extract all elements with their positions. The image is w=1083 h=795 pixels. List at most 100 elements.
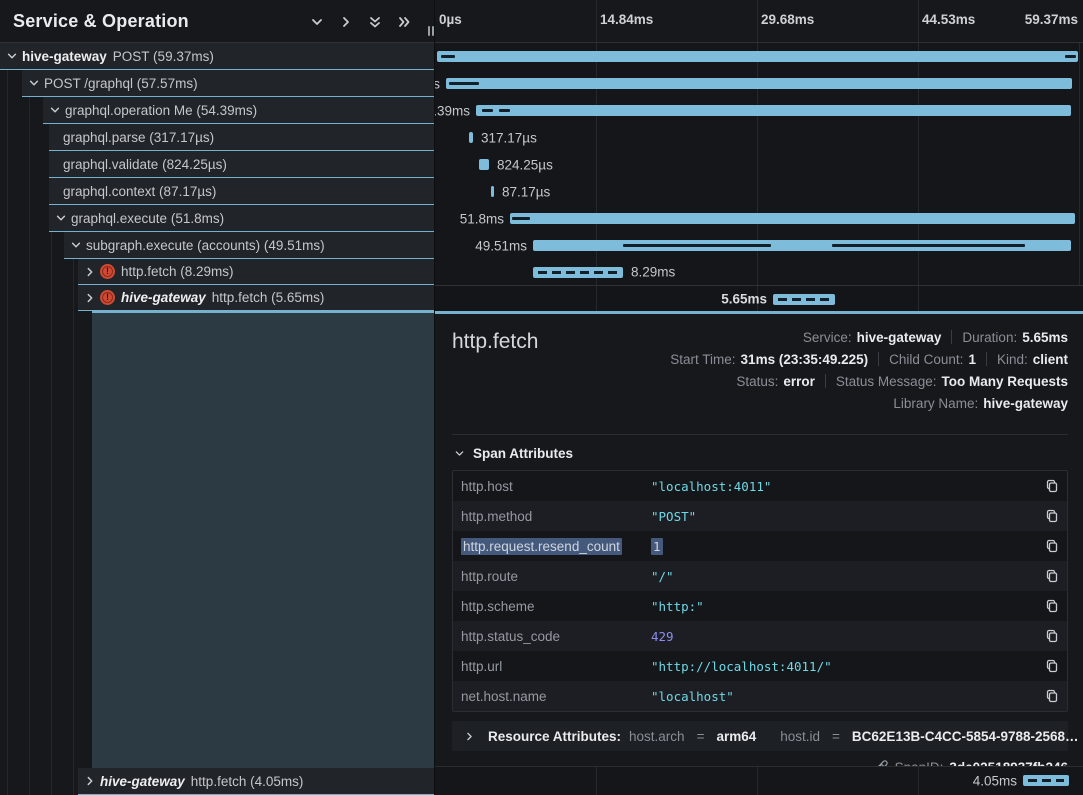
link-icon[interactable]	[875, 759, 889, 766]
copy-icon[interactable]	[1041, 509, 1059, 524]
meta-value: client	[1033, 352, 1068, 367]
span-row-graphql-operation[interactable]: graphql.operation Me (54.39ms)	[0, 97, 434, 124]
copy-icon[interactable]	[1041, 659, 1059, 674]
service-name: hive-gateway	[121, 290, 206, 305]
attribute-value: 429	[651, 629, 1041, 644]
chevron-down-icon	[452, 447, 467, 461]
selected-span-expanded-area	[92, 311, 434, 768]
duration-label: 4.05ms	[973, 774, 1017, 789]
span-id-row: SpanID: 3de02518937fb246	[452, 759, 1068, 766]
chevrons-right-icon[interactable]	[396, 14, 412, 30]
span-bar[interactable]	[437, 51, 1078, 62]
attribute-key: net.host.name	[461, 689, 651, 704]
attribute-value: "localhost"	[651, 689, 1041, 704]
panel-resize-handle[interactable]	[428, 26, 434, 36]
span-bar[interactable]	[510, 213, 1075, 224]
error-icon: !	[100, 290, 115, 305]
span-bar[interactable]	[479, 159, 489, 170]
span-bar[interactable]	[469, 132, 473, 143]
chevron-right-icon[interactable]	[82, 291, 97, 305]
attribute-key: http.request.resend_count	[461, 539, 651, 554]
timeline-ruler: 0µs 14.84ms 29.68ms 44.53ms 59.37ms	[435, 0, 1083, 43]
resource-value: BC62E13B-C4CC-5854-9788-2568…	[852, 729, 1079, 744]
attribute-row: http.route "/"	[453, 561, 1067, 591]
span-row-subgraph-execute[interactable]: subgraph.execute (accounts) (49.51ms)	[0, 232, 434, 259]
timeline-row: 317.17µs	[435, 124, 1083, 151]
duration-label: 5.65ms	[721, 291, 767, 306]
attribute-row: http.request.resend_count 1	[453, 531, 1067, 561]
trace-viewer: Service & Operation hive-gateway POST (5…	[0, 0, 1083, 795]
attribute-key: http.scheme	[461, 599, 651, 614]
span-label: http.fetch (4.05ms)	[191, 774, 304, 789]
span-row-http-fetch-1[interactable]: ! http.fetch (8.29ms)	[0, 259, 434, 285]
attribute-key: http.method	[461, 509, 651, 524]
span-bar[interactable]	[1023, 775, 1069, 786]
span-row-http-fetch-selected[interactable]: ! hive-gateway http.fetch (5.65ms)	[0, 285, 434, 311]
duration-label: 54.39ms	[435, 103, 470, 118]
copy-icon[interactable]	[1041, 569, 1059, 584]
timeline-row-selected: 5.65ms	[435, 285, 1083, 311]
chevron-down-icon[interactable]	[68, 238, 83, 252]
chevron-down-icon[interactable]	[47, 103, 62, 117]
timeline-row: 824.25µs	[435, 151, 1083, 178]
span-label: POST (59.37ms)	[113, 49, 214, 64]
timeline-row: 54.39ms	[435, 97, 1083, 124]
copy-icon[interactable]	[1041, 689, 1059, 704]
attribute-value: "POST"	[651, 509, 1041, 524]
copy-icon[interactable]	[1041, 479, 1059, 494]
span-bar[interactable]	[533, 240, 1071, 251]
span-row-graphql-validate[interactable]: graphql.validate (824.25µs)	[0, 151, 434, 178]
span-tree: hive-gateway POST (59.37ms) POST /graphq…	[0, 43, 434, 795]
span-label: subgraph.execute (accounts) (49.51ms)	[86, 238, 325, 253]
attribute-row: http.url "http://localhost:4011/"	[453, 651, 1067, 681]
span-bar[interactable]	[773, 294, 835, 305]
meta-value: 31ms (23:35:49.225)	[741, 352, 869, 367]
span-bar[interactable]	[491, 186, 494, 197]
chevron-down-icon[interactable]	[53, 211, 68, 225]
chevron-down-icon[interactable]	[309, 14, 325, 30]
attribute-value: "http:"	[651, 599, 1041, 614]
attribute-key: http.status_code	[461, 629, 651, 644]
tick-label: 44.53ms	[922, 12, 975, 27]
resource-key: host.arch	[629, 729, 685, 744]
meta-value: hive-gateway	[983, 396, 1068, 411]
tick-label: 29.68ms	[761, 12, 814, 27]
attribute-row: http.scheme "http:"	[453, 591, 1067, 621]
service-name: hive-gateway	[100, 774, 185, 789]
attribute-value: "http://localhost:4011/"	[651, 659, 1041, 674]
span-attributes-toggle[interactable]: Span Attributes	[452, 446, 1068, 461]
span-row-graphql-execute[interactable]: graphql.execute (51.8ms)	[0, 205, 434, 232]
attribute-key: http.route	[461, 569, 651, 584]
span-label: http.fetch (5.65ms)	[212, 290, 325, 305]
tick-label: 59.37ms	[1025, 12, 1078, 27]
attribute-key: http.host	[461, 479, 651, 494]
span-row-http-fetch-bottom[interactable]: hive-gateway http.fetch (4.05ms)	[0, 768, 434, 795]
chevron-down-icon[interactable]	[4, 49, 19, 63]
span-row-root-post[interactable]: hive-gateway POST (59.37ms)	[0, 43, 434, 70]
attribute-row: http.method "POST"	[453, 501, 1067, 531]
span-bar[interactable]	[476, 105, 1071, 116]
panel-title: Service & Operation	[13, 11, 189, 32]
span-row-graphql-context[interactable]: graphql.context (87.17µs)	[0, 178, 434, 205]
timeline-row: 49.51ms	[435, 232, 1083, 259]
section-title: Resource Attributes:	[488, 729, 621, 744]
span-row-graphql-parse[interactable]: graphql.parse (317.17µs)	[0, 124, 434, 151]
chevron-right-icon[interactable]	[82, 774, 97, 788]
service-name: hive-gateway	[22, 49, 107, 64]
span-bar[interactable]	[446, 78, 1072, 89]
span-row-post-graphql[interactable]: POST /graphql (57.57ms)	[0, 70, 434, 97]
meta-label: Kind:	[997, 352, 1028, 367]
span-label: graphql.execute (51.8ms)	[71, 211, 224, 226]
chevron-right-icon[interactable]	[338, 14, 354, 30]
chevrons-down-icon[interactable]	[367, 14, 383, 30]
copy-icon[interactable]	[1041, 539, 1059, 554]
span-tree-panel: Service & Operation hive-gateway POST (5…	[0, 0, 435, 795]
span-label: graphql.context (87.17µs)	[63, 184, 216, 199]
duration-label: 317.17µs	[481, 130, 537, 145]
copy-icon[interactable]	[1041, 599, 1059, 614]
resource-attributes-toggle[interactable]: Resource Attributes: host.arch = arm64 h…	[452, 721, 1068, 751]
chevron-down-icon[interactable]	[26, 76, 41, 90]
span-bar[interactable]	[533, 267, 623, 278]
chevron-right-icon[interactable]	[82, 265, 97, 279]
copy-icon[interactable]	[1041, 629, 1059, 644]
